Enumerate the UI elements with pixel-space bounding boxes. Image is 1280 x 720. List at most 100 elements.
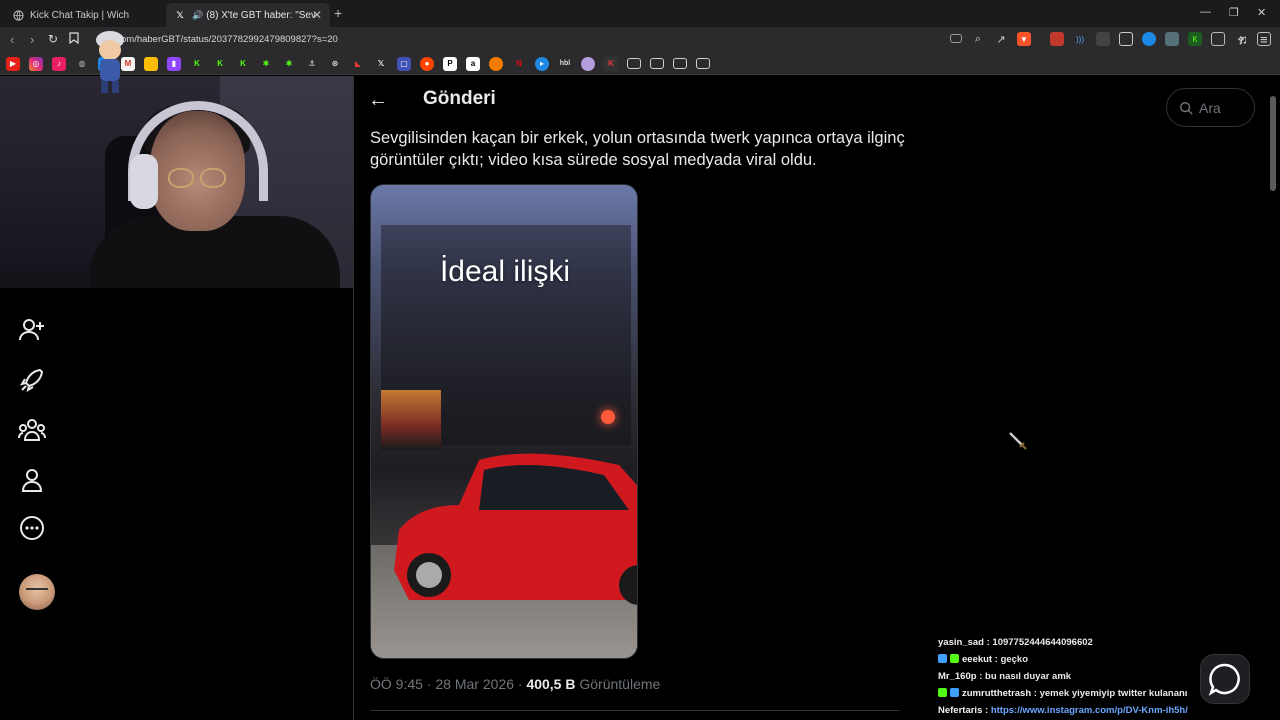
- bookmark-amazon-icon[interactable]: a: [466, 56, 480, 71]
- tab-title: (8) X'te GBT haber: "Sevgilisin: [206, 9, 316, 21]
- close-window-button[interactable]: ✕: [1257, 6, 1266, 19]
- bookmark-red-icon[interactable]: ◣: [351, 57, 365, 71]
- back-nav-button[interactable]: ‹: [10, 32, 14, 47]
- more-icon[interactable]: [18, 514, 46, 542]
- extension-box-icon[interactable]: [1119, 32, 1133, 46]
- profile-icon[interactable]: [18, 466, 46, 494]
- chat-text: 1097752444644096602: [992, 637, 1093, 648]
- bookmark-photos-icon[interactable]: [144, 56, 158, 71]
- chat-badge-icon: [950, 654, 959, 663]
- extension-window-icon[interactable]: [1165, 32, 1179, 46]
- tab-title: Kick Chat Takip | Wich: [30, 9, 130, 21]
- tweet-time[interactable]: ÖÖ 9:45: [370, 676, 423, 692]
- chat-username: eeekut: [962, 654, 993, 665]
- chat-username: Mr_160p: [938, 671, 977, 682]
- bookmark-icon[interactable]: [69, 32, 79, 47]
- chat-username: Nefertaris: [938, 705, 983, 716]
- tab-close-icon[interactable]: ✕: [312, 8, 322, 22]
- back-arrow-icon[interactable]: ←: [368, 89, 388, 112]
- rocket-icon[interactable]: [18, 366, 46, 394]
- bookmark-globe-icon[interactable]: ◍: [75, 57, 89, 71]
- video-shopfront: [381, 390, 441, 450]
- bookmark-orange-icon[interactable]: [489, 56, 503, 71]
- chat-link[interactable]: https://www.instagram.com/p/DV-Knm-ih5h/: [991, 705, 1188, 716]
- chat-badge-icon: [950, 688, 959, 697]
- browser-toolbar: ‹ › ↻ om/haberGBT/status/203778299247980…: [0, 27, 1280, 53]
- follow-icon[interactable]: [18, 316, 46, 344]
- bookmark-x-icon[interactable]: 𝕏: [374, 57, 388, 71]
- x-logo-icon: 𝕏: [176, 9, 184, 20]
- cast-icon[interactable]: [950, 34, 962, 43]
- reload-button[interactable]: ↻: [48, 32, 58, 46]
- browser-tab-bar: Kick Chat Takip | Wich 𝕏 🔊 (8) X'te GBT …: [0, 0, 1280, 27]
- bookmark-youtube-icon[interactable]: ▶: [6, 56, 20, 71]
- bookmark-anchor-icon[interactable]: ⚓: [305, 57, 319, 71]
- maximize-button[interactable]: ❐: [1229, 6, 1239, 19]
- tweet-video[interactable]: İdeal ilişki: [370, 184, 638, 659]
- extension-wave-icon[interactable]: ))): [1073, 32, 1087, 46]
- bookmark-steam-icon[interactable]: ⊛: [328, 57, 342, 71]
- page-title: Gönderi: [423, 88, 496, 109]
- bookmark-hbo-icon[interactable]: hbl: [558, 57, 572, 71]
- bookmark-p-icon[interactable]: P: [443, 56, 457, 71]
- menu-icon[interactable]: ≡: [1260, 32, 1268, 47]
- extension-kick-icon[interactable]: K: [1188, 32, 1202, 46]
- media-icon[interactable]: ♫: [1238, 32, 1248, 47]
- video-light: [601, 410, 615, 424]
- chat-username: yasin_sad: [938, 637, 984, 648]
- account-avatar[interactable]: [19, 574, 55, 610]
- bookmark-netflix-icon[interactable]: N: [512, 57, 526, 71]
- brave-shield-icon[interactable]: ▼: [1017, 32, 1031, 46]
- zoom-icon[interactable]: ⌕: [971, 32, 985, 46]
- bookmark-instagram-icon[interactable]: ◎: [29, 56, 43, 71]
- forward-nav-button[interactable]: ›: [30, 32, 34, 47]
- tweet-date[interactable]: 28 Mar 2026: [435, 676, 514, 692]
- bookmark-prime-icon[interactable]: ▸: [535, 56, 549, 71]
- folder-icon[interactable]: [696, 58, 710, 69]
- bookmark-reddit-icon[interactable]: ●: [420, 56, 434, 71]
- bookmark-kick-icon[interactable]: ✱: [259, 57, 273, 71]
- chat-separator: :: [1031, 688, 1040, 699]
- tab-x-post[interactable]: 𝕏 🔊 (8) X'te GBT haber: "Sevgilisin ✕: [166, 3, 330, 27]
- chat-message: yasin_sad : 1097752444644096602: [938, 634, 1208, 651]
- folder-icon[interactable]: [650, 58, 664, 69]
- tweet-meta: ÖÖ 9:45 · 28 Mar 2026 · 400,5 B Görüntül…: [370, 676, 661, 692]
- bookmark-blue-icon[interactable]: ▢: [397, 56, 411, 71]
- bookmark-twitch-icon[interactable]: ▮: [167, 56, 181, 71]
- page-scrollbar[interactable]: [1270, 96, 1276, 191]
- bookmark-k-icon[interactable]: K: [604, 56, 618, 71]
- minimize-button[interactable]: —: [1200, 6, 1211, 18]
- share-icon[interactable]: ↗: [994, 32, 1008, 46]
- bookmark-kick-icon[interactable]: ✱: [282, 57, 296, 71]
- tweet-views-label: Görüntüleme: [579, 676, 661, 692]
- chat-message: Nefertaris : https://www.instagram.com/p…: [938, 702, 1208, 719]
- bookmark-purple-icon[interactable]: [581, 56, 595, 71]
- video-caption: İdeal ilişki: [439, 255, 571, 288]
- audio-icon[interactable]: 🔊: [192, 10, 203, 21]
- chat-bubble-icon: [1208, 663, 1240, 696]
- chat-separator: :: [992, 654, 1001, 665]
- bookmark-kick-icon[interactable]: K: [213, 57, 227, 71]
- chat-bubble-button[interactable]: [1200, 654, 1250, 704]
- extension-grid-icon[interactable]: [1211, 32, 1225, 46]
- folder-icon[interactable]: [673, 58, 687, 69]
- extension-blue-icon[interactable]: [1142, 32, 1156, 46]
- chat-badge-icon: [938, 654, 947, 663]
- search-box[interactable]: Ara: [1166, 88, 1255, 127]
- folder-icon[interactable]: [627, 58, 641, 69]
- search-icon: [1180, 101, 1193, 115]
- communities-icon[interactable]: [18, 416, 46, 444]
- bookmark-kick-icon[interactable]: K: [190, 57, 204, 71]
- chat-text: yemek yiyemiyip twitter kulananı: [1039, 688, 1188, 699]
- bookmark-kick-icon[interactable]: K: [236, 57, 250, 71]
- bookmark-tiktok-icon[interactable]: ♪: [52, 56, 66, 71]
- address-bar[interactable]: om/haberGBT/status/2037782992479809827?s…: [86, 30, 946, 50]
- separator: [370, 710, 900, 711]
- tab-kick-chat[interactable]: Kick Chat Takip | Wich: [4, 3, 164, 27]
- tweet-text: Sevgilisinden kaçan bir erkek, yolun ort…: [370, 129, 905, 169]
- extension-red-icon[interactable]: [1050, 32, 1064, 46]
- new-tab-button[interactable]: +: [334, 5, 342, 21]
- extension-gray-icon[interactable]: [1096, 32, 1110, 46]
- tweet-views-count: 400,5 B: [526, 676, 576, 692]
- chat-message: eeekut : geçko: [938, 651, 1208, 668]
